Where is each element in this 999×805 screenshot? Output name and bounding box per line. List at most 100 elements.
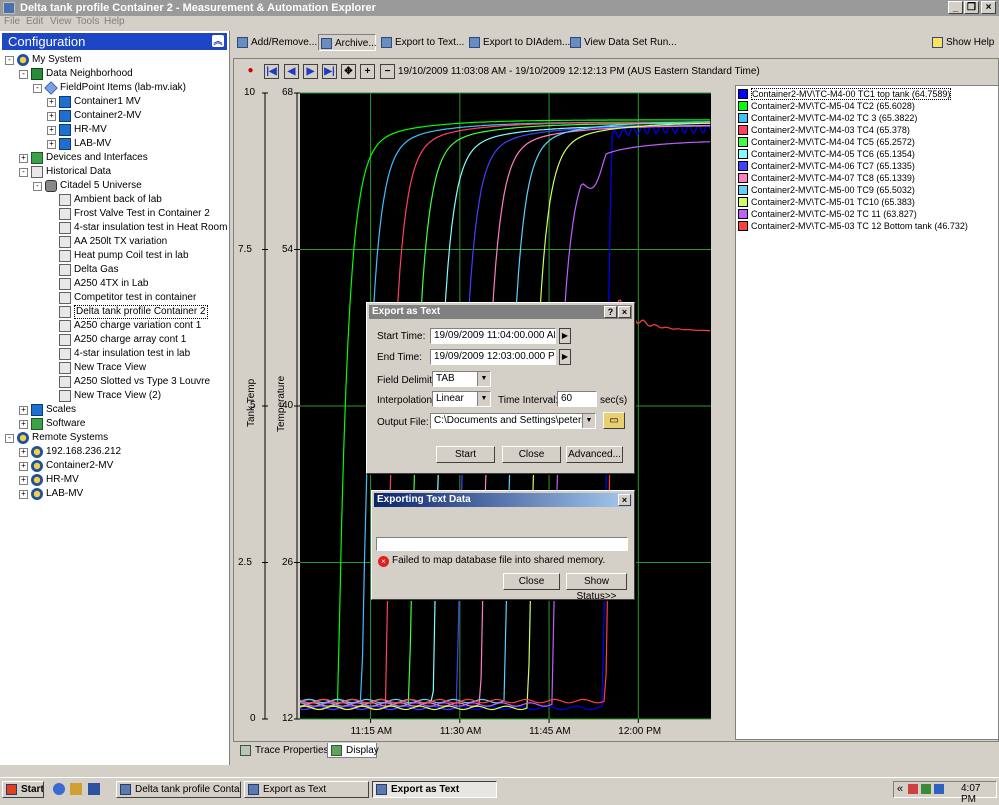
- tree-item[interactable]: Heat pump Coil test in lab: [0, 249, 225, 263]
- exporting-close-button[interactable]: Close: [503, 573, 560, 590]
- explorer-icon[interactable]: [70, 783, 82, 795]
- output-file-select[interactable]: C:\Documents and Settings\petersgr\Des▼: [430, 413, 596, 429]
- browse-folder-icon[interactable]: ▭: [603, 412, 625, 429]
- menu-tools[interactable]: Tools: [76, 16, 99, 27]
- expand-icon[interactable]: +: [47, 98, 56, 107]
- export-text-button[interactable]: Export to Text...: [379, 34, 464, 51]
- tree-item[interactable]: A250 charge array cont 1: [0, 333, 225, 347]
- prev-button[interactable]: ◀: [284, 64, 299, 79]
- traffic-light-icon[interactable]: ●: [243, 64, 258, 79]
- tree-item[interactable]: - Data Neighborhood: [0, 67, 225, 81]
- collapse-icon[interactable]: -: [33, 84, 42, 93]
- tree-item[interactable]: A250 charge variation cont 1: [0, 319, 225, 333]
- tree-item[interactable]: Frost Valve Test in Container 2: [0, 207, 225, 221]
- tree-item[interactable]: + Container2-MV: [0, 109, 225, 123]
- tree-item[interactable]: Delta tank profile Container 2: [0, 305, 225, 319]
- close-button[interactable]: ×: [981, 1, 996, 14]
- zoom-in-icon[interactable]: +: [360, 64, 375, 79]
- time-interval-input[interactable]: 60: [557, 391, 597, 407]
- tree-item[interactable]: + LAB-MV: [0, 487, 225, 501]
- tree-item[interactable]: New Trace View (2): [0, 389, 225, 403]
- tray-icon-1[interactable]: [908, 784, 918, 794]
- expand-icon[interactable]: +: [19, 406, 28, 415]
- menu-help[interactable]: Help: [104, 16, 125, 27]
- expand-icon[interactable]: +: [19, 420, 28, 429]
- restore-button[interactable]: ❐: [964, 1, 979, 14]
- start-button[interactable]: Start: [436, 446, 495, 463]
- collapse-chevron-icon[interactable]: ︽: [212, 35, 224, 47]
- taskbar-item-export-2[interactable]: Export as Text: [372, 781, 497, 798]
- tree-item[interactable]: + LAB-MV: [0, 137, 225, 151]
- tree-item[interactable]: + HR-MV: [0, 123, 225, 137]
- tree-item[interactable]: Ambient back of lab: [0, 193, 225, 207]
- taskbar-item-export-1[interactable]: Export as Text: [244, 781, 369, 798]
- advanced-button[interactable]: Advanced...: [566, 446, 623, 463]
- tray-expand-icon[interactable]: «: [897, 783, 903, 795]
- expand-icon[interactable]: +: [47, 126, 56, 135]
- tree-item[interactable]: - Citadel 5 Universe: [0, 179, 225, 193]
- tree-item[interactable]: + Container2-MV: [0, 459, 225, 473]
- tab-trace-properties[interactable]: Trace Properties: [237, 743, 329, 758]
- tree-item[interactable]: - FieldPoint Items (lab-mv.iak): [0, 81, 225, 95]
- zoom-out-icon[interactable]: −: [380, 64, 395, 79]
- tree-item[interactable]: A250 4TX in Lab: [0, 277, 225, 291]
- expand-icon[interactable]: +: [19, 448, 28, 457]
- expand-icon[interactable]: +: [19, 154, 28, 163]
- add-remove-button[interactable]: Add/Remove...: [235, 34, 317, 51]
- tree-item[interactable]: - My System: [0, 53, 225, 67]
- show-status-button[interactable]: Show Status>>: [566, 573, 627, 602]
- show-help-button[interactable]: Show Help: [930, 34, 994, 51]
- tree-item[interactable]: Delta Gas: [0, 263, 225, 277]
- start-time-field[interactable]: 19/09/2009 11:04:00.000 AM: [430, 328, 556, 344]
- next-button[interactable]: ▶: [303, 64, 318, 79]
- tree-item[interactable]: + HR-MV: [0, 473, 225, 487]
- end-time-field[interactable]: 19/09/2009 12:03:00.000 PM: [430, 349, 556, 365]
- menu-file[interactable]: File: [4, 16, 20, 27]
- collapse-icon[interactable]: -: [19, 70, 28, 79]
- expand-icon[interactable]: +: [19, 476, 28, 485]
- tree-item[interactable]: + Container1 MV: [0, 95, 225, 109]
- minimize-button[interactable]: _: [948, 1, 963, 14]
- export-close-button[interactable]: Close: [502, 446, 561, 463]
- collapse-icon[interactable]: -: [5, 56, 14, 65]
- end-time-arrow[interactable]: ▶: [559, 349, 571, 365]
- start-button[interactable]: Start: [2, 781, 44, 798]
- tree-item[interactable]: Competitor test in container: [0, 291, 225, 305]
- last-button[interactable]: ▶|: [322, 64, 337, 79]
- ie-icon[interactable]: [53, 783, 65, 795]
- tree-item[interactable]: 4-star insulation test in lab: [0, 347, 225, 361]
- pan-icon[interactable]: ✥: [341, 64, 356, 79]
- field-delimiter-select[interactable]: TAB ▼: [432, 371, 491, 387]
- tab-display[interactable]: Display: [327, 743, 379, 758]
- tree-item[interactable]: + Scales: [0, 403, 225, 417]
- archive-button[interactable]: Archive...: [318, 34, 377, 51]
- view-dataset-button[interactable]: View Data Set Run...: [568, 34, 677, 51]
- expand-icon[interactable]: +: [19, 462, 28, 471]
- tree-item[interactable]: New Trace View: [0, 361, 225, 375]
- export-diadem-button[interactable]: Export to DIAdem...: [467, 34, 570, 51]
- interpolation-select[interactable]: Linear ▼: [432, 391, 491, 407]
- tree-item[interactable]: - Remote Systems: [0, 431, 225, 445]
- tray-icon-3[interactable]: [934, 784, 944, 794]
- collapse-icon[interactable]: -: [5, 434, 14, 443]
- expand-icon[interactable]: +: [19, 490, 28, 499]
- tree-item[interactable]: +192.168.236.212: [0, 445, 225, 459]
- tree-item[interactable]: A250 Slotted vs Type 3 Louvre: [0, 375, 225, 389]
- expand-icon[interactable]: +: [47, 140, 56, 149]
- menu-view[interactable]: View: [50, 16, 72, 27]
- tray-icon-2[interactable]: [921, 784, 931, 794]
- exporting-dialog-close-x[interactable]: ×: [618, 494, 631, 506]
- tree-item[interactable]: + Software: [0, 417, 225, 431]
- first-button[interactable]: |◀: [264, 64, 279, 79]
- collapse-icon[interactable]: -: [33, 182, 42, 191]
- menu-edit[interactable]: Edit: [26, 16, 43, 27]
- expand-icon[interactable]: +: [47, 112, 56, 121]
- export-dialog-close-x[interactable]: ×: [618, 306, 631, 318]
- tree-item[interactable]: + Devices and Interfaces: [0, 151, 225, 165]
- start-time-arrow[interactable]: ▶: [559, 328, 571, 344]
- tree-item[interactable]: AA 250lt TX variation: [0, 235, 225, 249]
- quicklaunch-icon[interactable]: [88, 783, 100, 795]
- collapse-icon[interactable]: -: [19, 168, 28, 177]
- taskbar-item-mae[interactable]: Delta tank profile Contai...: [116, 781, 241, 798]
- tree-item[interactable]: 4-star insulation test in Heat Room: [0, 221, 227, 235]
